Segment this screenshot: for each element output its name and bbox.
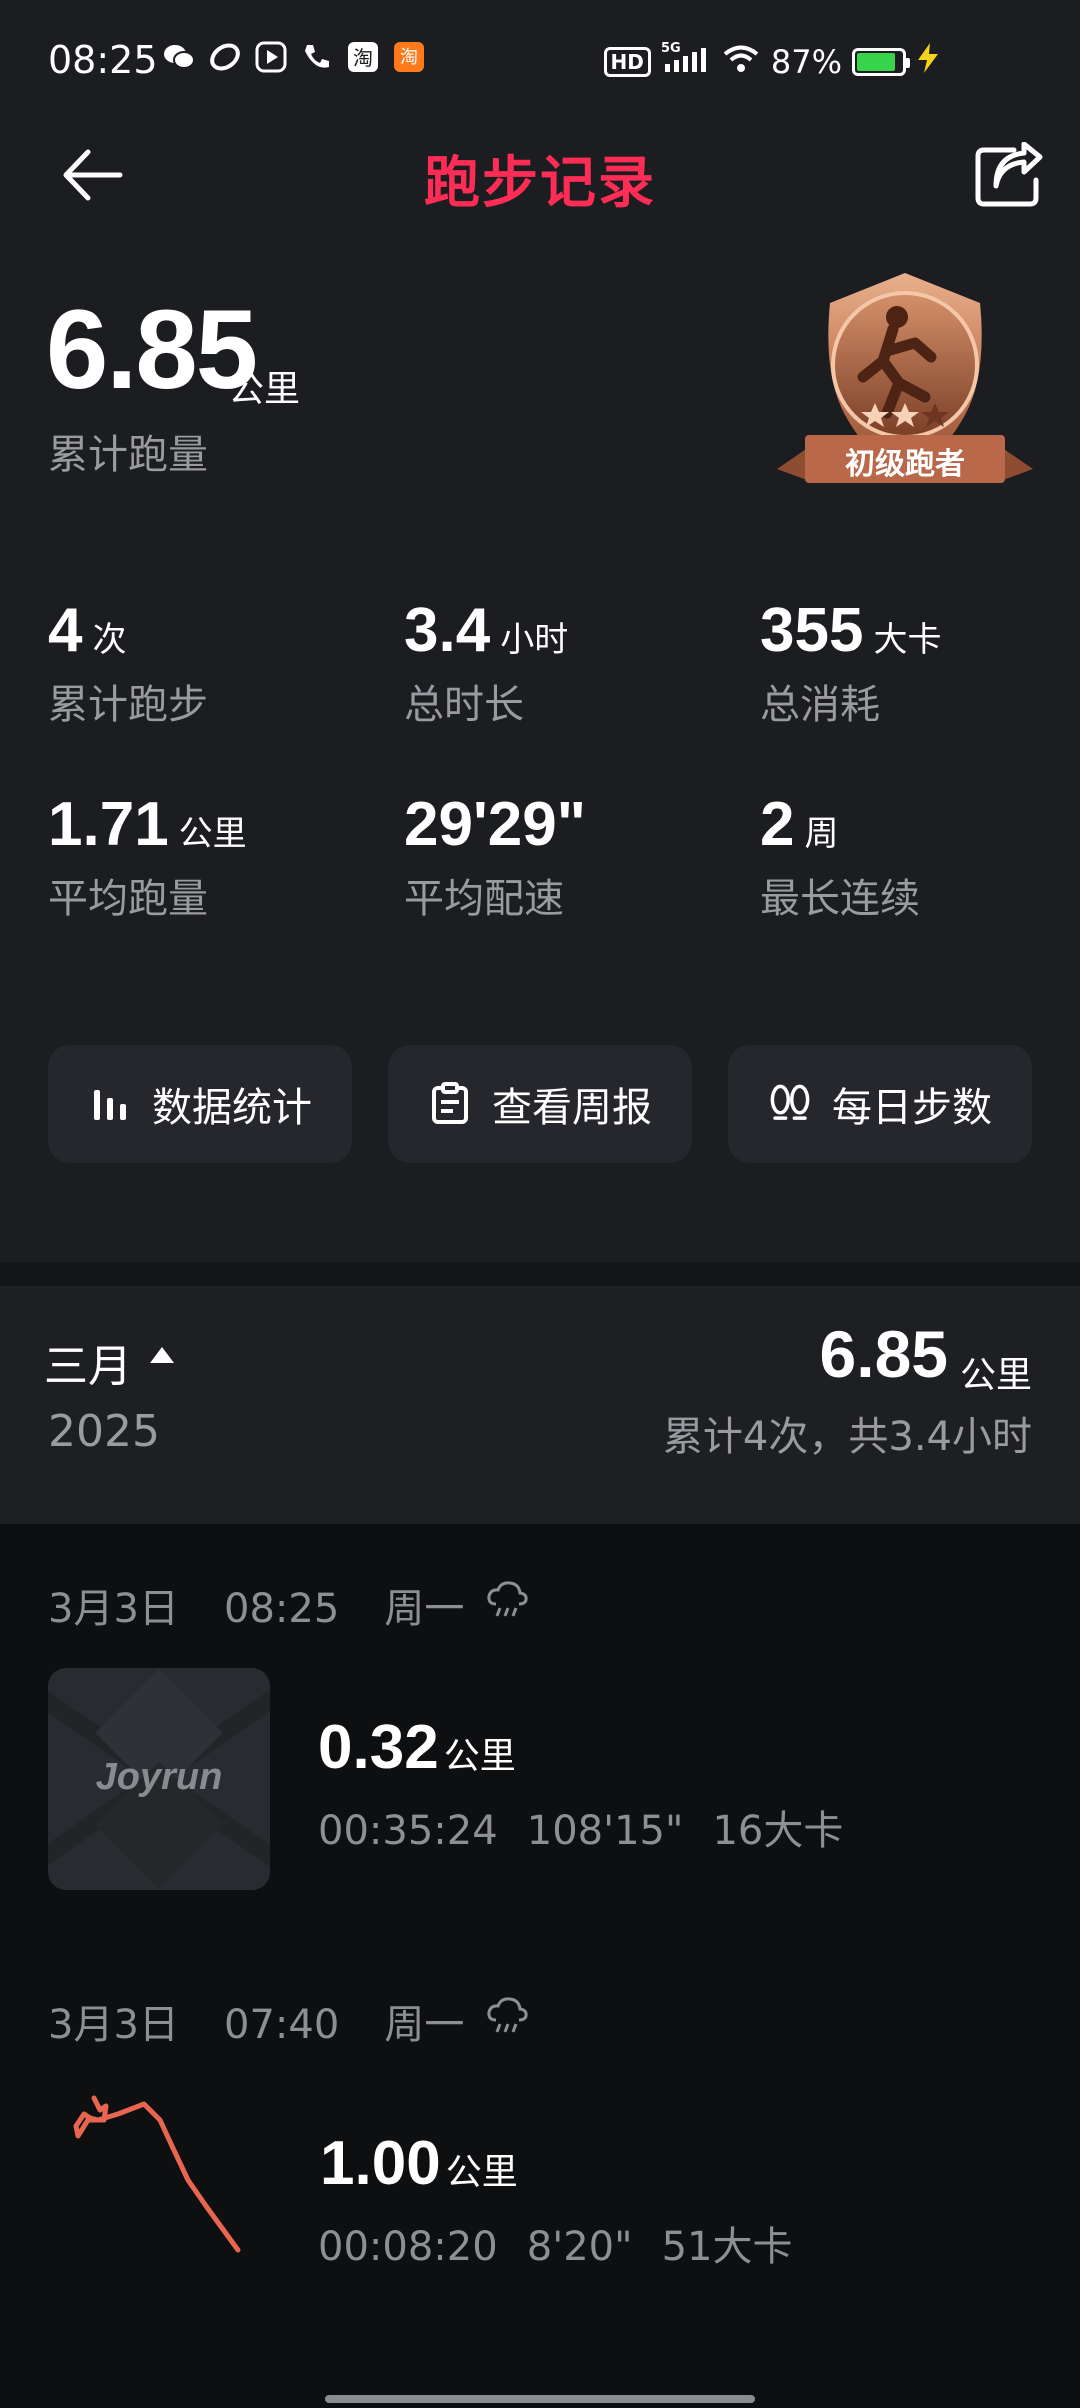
battery-icon	[852, 48, 910, 76]
month-year: 2025	[48, 1406, 160, 1457]
total-distance-label: 累计跑量	[48, 432, 208, 478]
joyrun-logo: Joyrun	[95, 1756, 223, 1798]
phone-icon	[300, 40, 334, 74]
stat-unit: 公里	[178, 814, 247, 854]
record-distance-unit: 公里	[443, 1736, 516, 1777]
status-time: 08:25	[48, 38, 158, 82]
stat-label: 累计跑步	[48, 682, 208, 728]
stat-label: 平均跑量	[48, 876, 208, 922]
svg-text:5G: 5G	[661, 41, 681, 56]
stat-label: 最长连续	[760, 876, 920, 922]
record-duration: 00:08:20	[318, 2224, 498, 2270]
record-meta: 00:35:24 108'15" 16大卡	[318, 1798, 843, 1856]
month-summary-text: 累计4次，共3.4小时	[662, 1414, 1032, 1460]
wifi-icon	[721, 41, 761, 83]
bar-chart-icon	[88, 1082, 132, 1126]
clipboard-icon	[428, 1082, 472, 1126]
stat-value: 4	[48, 596, 83, 665]
record-calories: 16大卡	[712, 1808, 844, 1854]
svg-text:淘: 淘	[353, 46, 373, 70]
badge-label: 初级跑者	[845, 447, 965, 482]
record-weekday: 周一	[384, 1586, 465, 1632]
hd-icon: HD	[603, 47, 651, 77]
stat-value: 2	[760, 790, 795, 859]
stat-avg-pace: 29'29" 平均配速	[404, 790, 596, 924]
record-distance-value: 1.00	[320, 2129, 441, 2198]
stat-total-duration: 3.4 小时 总时长	[404, 596, 568, 730]
button-label: 每日步数	[832, 1085, 992, 1131]
record-header: 3月3日 07:40 周一	[48, 1992, 464, 2050]
weekly-report-button[interactable]: 查看周报	[388, 1045, 692, 1163]
page-title: 跑步记录	[424, 151, 656, 216]
caret-up-icon[interactable]	[148, 1345, 176, 1365]
status-system-icons: HD 5G 87%	[603, 40, 940, 84]
app-icon	[208, 40, 242, 74]
record-date: 3月3日	[48, 2002, 179, 2048]
stat-total-calories: 355 大卡 总消耗	[760, 596, 941, 730]
record-distance-value: 0.32	[318, 1713, 439, 1782]
record-time: 08:25	[224, 1586, 340, 1632]
stat-value: 3.4	[404, 596, 491, 665]
record-header: 3月3日 08:25 周一	[48, 1576, 464, 1634]
record-date: 3月3日	[48, 1586, 179, 1632]
stat-unit: 小时	[500, 620, 569, 660]
total-distance-unit: 公里	[228, 369, 301, 410]
total-distance-value: 6.85	[46, 287, 258, 412]
svg-text:淘: 淘	[400, 47, 418, 68]
stat-label: 平均配速	[404, 876, 564, 922]
stat-value: 1.71	[48, 790, 169, 859]
stat-label: 总时长	[404, 682, 524, 728]
month-summary-band	[0, 1262, 1080, 1524]
record-distance: 1.00 公里	[320, 2128, 518, 2199]
record-distance-unit: 公里	[445, 2152, 518, 2193]
signal-icon: 5G	[661, 40, 711, 84]
stat-unit: 周	[804, 814, 839, 854]
share-button[interactable]	[974, 141, 1044, 208]
video-icon	[254, 40, 288, 74]
data-statistics-button[interactable]: 数据统计	[48, 1045, 352, 1163]
taobao-icon: 淘	[346, 40, 380, 74]
stat-avg-distance: 1.71 公里 平均跑量	[48, 790, 247, 924]
stat-longest-streak: 2周 最长连续	[760, 790, 920, 924]
record-weekday: 周一	[384, 2002, 465, 2048]
wechat-icon	[162, 40, 196, 74]
record-meta: 00:08:20 8'20" 51大卡	[318, 2214, 793, 2272]
home-indicator[interactable]	[325, 2395, 755, 2403]
share-icon	[975, 141, 1043, 207]
record-time: 07:40	[224, 2002, 340, 2048]
battery-percent: 87%	[770, 43, 842, 81]
route-map-thumbnail	[48, 2084, 270, 2306]
record-distance: 0.32 公里	[318, 1712, 516, 1783]
charging-icon	[916, 43, 940, 81]
month-distance-unit: 公里	[959, 1355, 1032, 1396]
rain-cloud-icon	[486, 1580, 528, 1624]
stat-value: 29'29"	[404, 790, 587, 859]
daily-steps-button[interactable]: 每日步数	[728, 1045, 1032, 1163]
taobao-lite-icon: 淘	[392, 40, 426, 74]
rain-cloud-icon	[486, 1996, 528, 2040]
stat-unit: 大卡	[873, 620, 942, 660]
stat-value: 355	[760, 596, 864, 665]
record-thumbnail: Joyrun	[48, 1668, 270, 1890]
runner-badge[interactable]: 初级跑者	[775, 265, 1035, 515]
month-distance-value: 6.85	[819, 1317, 948, 1391]
record-pace: 108'15"	[526, 1808, 684, 1854]
button-label: 查看周报	[492, 1085, 652, 1131]
record-calories: 51大卡	[661, 2224, 793, 2270]
record-pace: 8'20"	[526, 2224, 633, 2270]
stat-unit: 次	[92, 620, 127, 660]
footprint-icon	[768, 1082, 812, 1126]
stat-label: 总消耗	[760, 682, 880, 728]
button-label: 数据统计	[152, 1085, 312, 1131]
month-selector[interactable]: 三月	[44, 1330, 132, 1394]
stat-run-count: 4次 累计跑步	[48, 596, 208, 730]
status-notification-icons: 淘 淘	[162, 40, 426, 74]
record-duration: 00:35:24	[318, 1808, 498, 1854]
